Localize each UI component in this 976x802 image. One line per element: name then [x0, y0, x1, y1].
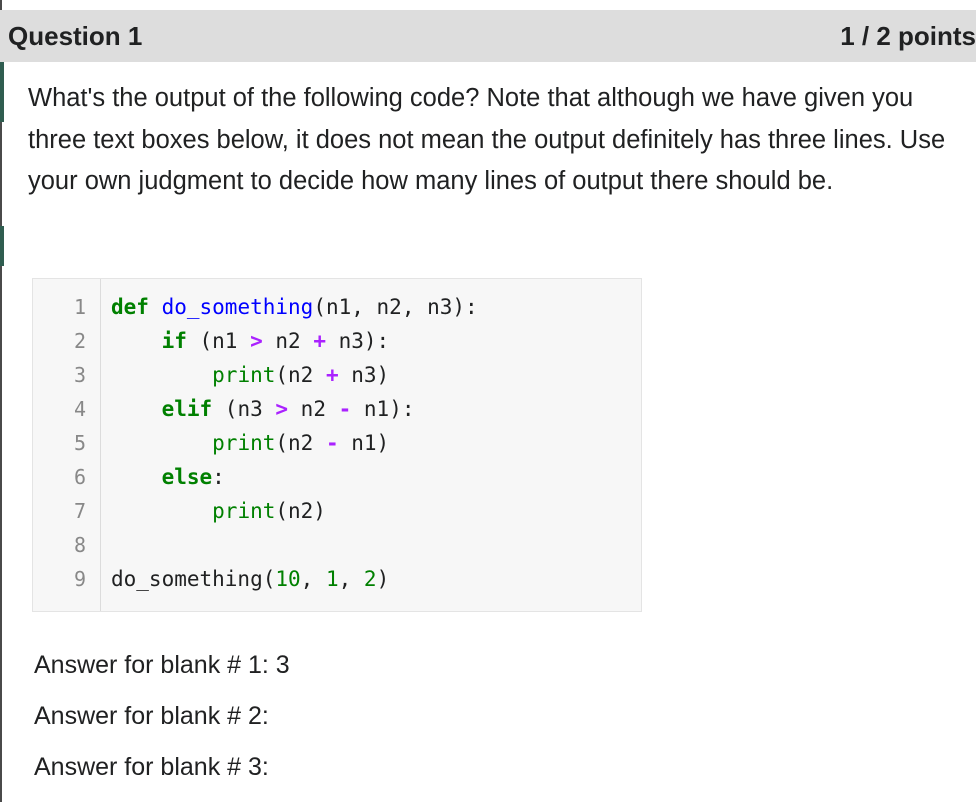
left-accent-mark: [0, 226, 4, 266]
answer-blank-2: Answer for blank # 2:: [34, 702, 269, 731]
answer-value: 3: [275, 651, 290, 679]
line-number: 6: [73, 465, 86, 489]
question-prompt: What's the output of the following code?…: [28, 84, 946, 195]
line-number: 1: [73, 295, 86, 319]
line-number-gutter: 1 2 3 4 5 6 7 8 9: [33, 279, 101, 611]
answer-blank-1: Answer for blank # 1: 3: [34, 651, 290, 680]
quiz-page: Question 1 1 / 2 points What's the outpu…: [0, 0, 976, 802]
code-line: print(n2): [212, 499, 326, 523]
code-line: print(n2 - n1): [212, 431, 390, 455]
line-number: 7: [73, 499, 86, 523]
answer-blank-3: Answer for blank # 3:: [34, 753, 269, 782]
line-number: 3: [73, 363, 86, 387]
line-number: 5: [73, 431, 86, 455]
line-number: 9: [73, 567, 86, 591]
answer-label: Answer for blank # 2:: [34, 702, 269, 730]
code-line: do_something(10, 1, 2): [111, 567, 390, 591]
left-accent-mark: [0, 62, 4, 122]
code-line: else:: [161, 465, 225, 489]
code-line: if (n1 > n2 + n3):: [161, 329, 390, 353]
line-number: 4: [73, 397, 86, 421]
answer-label: Answer for blank # 3:: [34, 753, 269, 781]
answer-label: Answer for blank # 1:: [34, 651, 269, 679]
question-title: Question 1: [8, 20, 143, 51]
code-line: elif (n3 > n2 - n1):: [161, 397, 415, 421]
line-number: 2: [73, 329, 86, 353]
code-block: 1 2 3 4 5 6 7 8 9 def do_something(n1, n…: [32, 278, 642, 612]
question-header: Question 1 1 / 2 points: [0, 10, 976, 62]
code-line: print(n2 + n3): [212, 363, 390, 387]
question-points: 1 / 2 points: [840, 20, 976, 51]
code-line: def do_something(n1, n2, n3):: [111, 295, 478, 319]
line-number: 8: [73, 533, 86, 557]
